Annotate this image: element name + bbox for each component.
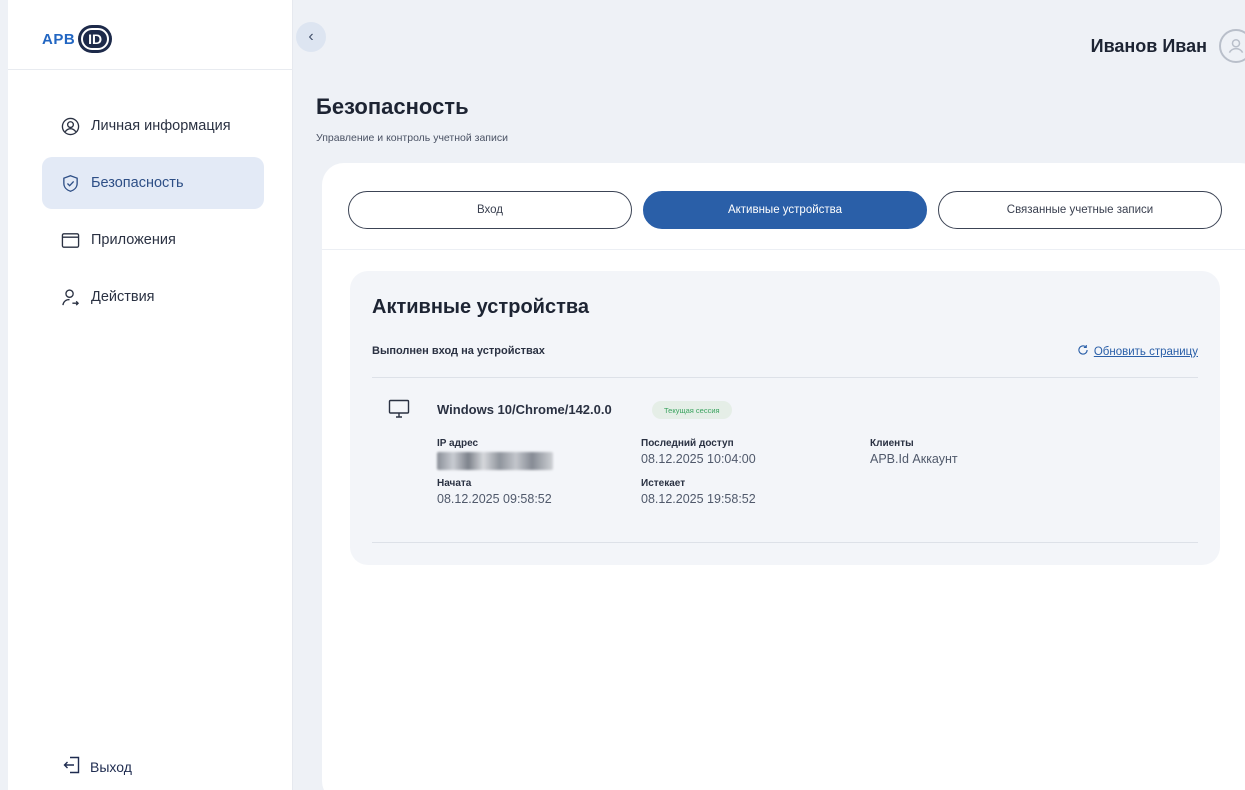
tab-linked-accounts[interactable]: Связанные учетные записи	[938, 191, 1222, 229]
tab-login[interactable]: Вход	[348, 191, 632, 229]
started-field: Начата 08.12.2025 09:58:52	[437, 478, 552, 506]
device-name: Windows 10/Chrome/142.0.0	[437, 402, 612, 417]
sidebar-edge	[0, 0, 8, 790]
app-logo[interactable]: АРВ ID	[42, 24, 113, 54]
logout-button[interactable]: Выход	[62, 755, 132, 778]
page-subtitle: Управление и контроль учетной записи	[316, 132, 508, 144]
expires-label: Истекает	[641, 478, 686, 489]
sidebar-item-label: Безопасность	[91, 175, 184, 191]
ip-field: IP адрес	[437, 438, 553, 470]
window-icon	[61, 231, 80, 250]
content-card: Вход Активные устройства Связанные учетн…	[322, 163, 1245, 790]
sidebar-item-applications[interactable]: Приложения	[42, 214, 264, 266]
panel-title: Активные устройства	[372, 296, 590, 318]
clients-label: Клиенты	[870, 438, 914, 449]
refresh-label: Обновить страницу	[1093, 345, 1198, 358]
clients-field: Клиенты APB.Id Аккаунт	[870, 438, 958, 466]
sidebar: АРВ ID Личная информация Безопасность Пр…	[0, 0, 293, 790]
panel-divider-top	[372, 377, 1198, 378]
user-circle-icon	[61, 117, 80, 136]
user-avatar-icon	[1228, 38, 1244, 54]
last-access-value: 08.12.2025 10:04:00	[641, 452, 756, 466]
ip-value-redacted	[437, 452, 553, 470]
current-session-badge: Текущая сессия	[652, 401, 732, 419]
expires-field: Истекает 08.12.2025 19:58:52	[641, 478, 756, 506]
clients-value: APB.Id Аккаунт	[870, 452, 958, 466]
sidebar-item-security[interactable]: Безопасность	[42, 157, 264, 209]
user-name[interactable]: Иванов Иван	[1091, 36, 1207, 57]
refresh-page-button[interactable]: Обновить страницу	[1077, 344, 1198, 359]
ip-label: IP адрес	[437, 438, 479, 449]
logout-icon	[62, 755, 82, 778]
refresh-icon	[1077, 344, 1089, 359]
panel-divider-bottom	[372, 542, 1198, 543]
panel-subtitle: Выполнен вход на устройствах	[372, 345, 545, 357]
sidebar-nav: Личная информация Безопасность Приложени…	[42, 100, 264, 328]
last-access-label: Последний доступ	[641, 438, 734, 449]
user-activity-icon	[61, 288, 80, 307]
expires-value: 08.12.2025 19:58:52	[641, 492, 756, 506]
chevron-left-icon: ‹	[308, 28, 314, 45]
sidebar-item-label: Приложения	[91, 232, 176, 248]
tabs-divider	[322, 249, 1245, 250]
sidebar-item-label: Личная информация	[91, 118, 231, 134]
page-title: Безопасность	[316, 94, 469, 119]
tabs: Вход Активные устройства Связанные учетн…	[348, 191, 1222, 229]
tab-active-devices[interactable]: Активные устройства	[643, 191, 927, 229]
collapse-sidebar-button[interactable]: ‹	[296, 22, 326, 52]
avatar[interactable]	[1219, 29, 1245, 63]
logo-badge: ID	[78, 25, 113, 53]
sidebar-divider	[8, 69, 293, 70]
logo-text: АРВ	[42, 30, 76, 48]
logout-label: Выход	[90, 758, 132, 775]
shield-check-icon	[61, 174, 80, 193]
started-value: 08.12.2025 09:58:52	[437, 492, 552, 506]
active-devices-panel: Активные устройства Выполнен вход на уст…	[350, 271, 1220, 565]
sidebar-item-actions[interactable]: Действия	[42, 271, 264, 323]
sidebar-item-label: Действия	[91, 289, 155, 305]
last-access-field: Последний доступ 08.12.2025 10:04:00	[641, 438, 756, 466]
started-label: Начата	[437, 478, 472, 489]
sidebar-item-personal-info[interactable]: Личная информация	[42, 100, 264, 152]
monitor-icon	[388, 399, 410, 424]
